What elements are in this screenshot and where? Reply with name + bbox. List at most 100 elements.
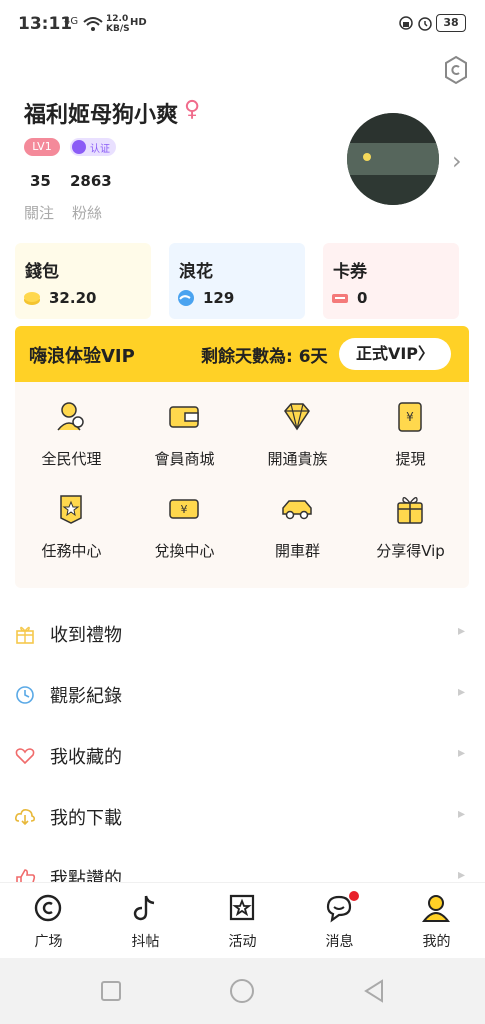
wave-icon [178, 290, 194, 306]
menu-item-history[interactable]: 觀影紀錄 ▸ [0, 668, 485, 728]
play-icon [72, 140, 86, 154]
menu-label: 觀影紀錄 [50, 686, 122, 707]
grid-label: 會員商城 [154, 450, 215, 468]
tab-me[interactable]: 我的 [388, 883, 485, 959]
wallet-card[interactable]: 錢包 32.20 [15, 243, 151, 319]
grid-item-withdraw[interactable]: ¥ 提現 [354, 400, 467, 480]
grid-item-car-group[interactable]: 開車群 [241, 492, 354, 572]
wallet-value: 32.20 [49, 289, 97, 307]
feature-grid: 全民代理 會員商城 開通貴族 ¥ 提現 任務中心 ¥ 兌換中心 開車群 分享得V… [15, 382, 469, 588]
battery-indicator: 38 [436, 14, 466, 32]
alarm-icon [418, 17, 432, 31]
wave-card[interactable]: 浪花 129 [169, 243, 305, 319]
gear-icon[interactable] [440, 54, 472, 86]
grid-item-noble[interactable]: 開通貴族 [241, 400, 354, 480]
heart-icon [15, 748, 35, 765]
formal-vip-label: 正式VIP [355, 344, 419, 363]
certification-badge: 认证 [70, 138, 116, 156]
agent-icon [57, 402, 84, 431]
tab-activity[interactable]: 活动 [194, 883, 291, 959]
chevron-right-icon: ▸ [458, 806, 466, 822]
menu-item-downloads[interactable]: 我的下載 ▸ [0, 790, 485, 850]
following-count[interactable]: 35 [30, 172, 51, 190]
tab-tiktok[interactable]: 抖帖 [97, 883, 194, 959]
female-icon: ♀ [184, 97, 201, 122]
cert-label: 认证 [90, 144, 110, 155]
menu-label: 收到禮物 [50, 625, 122, 646]
vip-days: 剩餘天數為: 6天 [201, 347, 328, 367]
tab-label: 抖帖 [131, 934, 160, 950]
menu-item-gifts[interactable]: 收到禮物 ▸ [0, 607, 485, 667]
grid-item-agent[interactable]: 全民代理 [15, 400, 128, 480]
task-icon [60, 495, 82, 524]
ticket-value: 0 [357, 289, 368, 307]
grid-label: 兌換中心 [154, 542, 215, 560]
back-button[interactable] [362, 978, 386, 1004]
tab-label: 消息 [325, 934, 354, 950]
formal-vip-button[interactable]: 正式VIP〉 [339, 338, 451, 370]
grid-label: 全民代理 [41, 450, 102, 468]
grid-label: 開通貴族 [267, 450, 328, 468]
wifi-icon [83, 17, 103, 31]
grid-item-share[interactable]: 分享得Vip [354, 492, 467, 572]
chevron-right-icon: ▸ [458, 745, 466, 761]
menu-label: 我的下載 [50, 808, 122, 829]
grid-label: 提現 [395, 450, 426, 468]
chevron-right-icon: ▸ [458, 867, 466, 883]
wave-title: 浪花 [179, 262, 213, 282]
square-icon [34, 894, 62, 922]
grid-item-exchange[interactable]: ¥ 兌換中心 [128, 492, 241, 572]
svg-text:¥: ¥ [406, 410, 414, 424]
ticket-title: 卡券 [333, 262, 367, 282]
ticket-card[interactable]: 卡券 0 [323, 243, 459, 319]
diamond-icon [284, 403, 310, 431]
network-speed: 12.0 KB/S [106, 14, 130, 34]
network-indicator: 4G [64, 16, 79, 27]
gift-icon [16, 626, 34, 644]
grid-label: 任務中心 [41, 542, 102, 560]
ticket-icon [332, 294, 348, 303]
withdraw-icon: ¥ [398, 402, 422, 432]
wallet-store-icon [169, 406, 199, 428]
clock-icon [16, 686, 34, 704]
star-icon [229, 894, 255, 921]
fans-count[interactable]: 2863 [70, 172, 112, 190]
menu-item-favorites[interactable]: 我收藏的 ▸ [0, 729, 485, 789]
fans-label[interactable]: 粉絲 [72, 202, 102, 223]
grid-label: 開車群 [274, 542, 320, 560]
username: 福利姬母狗小爽 [24, 103, 179, 128]
tab-messages[interactable]: 消息 [291, 883, 388, 959]
vip-title: 嗨浪体验VIP [29, 346, 135, 367]
tab-label: 我的 [422, 934, 451, 950]
exchange-icon: ¥ [169, 499, 199, 519]
menu-label: 我收藏的 [50, 747, 122, 768]
tab-square[interactable]: 广场 [0, 883, 97, 959]
chevron-right-icon[interactable]: › [452, 147, 462, 175]
tab-label: 广场 [34, 934, 63, 950]
status-bar: 13:11 4G 12.0 KB/S HD 38 [0, 0, 485, 48]
download-icon [15, 809, 36, 826]
avatar-image [347, 113, 439, 205]
vip-banner[interactable]: 嗨浪体验VIP 剩餘天數為: 6天 正式VIP〉 [15, 326, 469, 382]
gift-icon [397, 496, 423, 524]
tab-label: 活动 [228, 934, 257, 950]
grid-label: 分享得Vip [376, 542, 445, 560]
hd-indicator: HD [130, 17, 147, 28]
coin-icon [24, 292, 40, 305]
level-badge: LV1 [24, 138, 60, 156]
following-label[interactable]: 關注 [24, 202, 54, 223]
lock-rotation-icon [399, 16, 413, 30]
home-button[interactable] [229, 978, 255, 1004]
recent-apps-button[interactable] [100, 980, 122, 1002]
wallet-title: 錢包 [25, 262, 59, 282]
grid-item-task[interactable]: 任務中心 [15, 492, 128, 572]
user-icon [421, 895, 451, 922]
chevron-right-icon: ▸ [458, 684, 466, 700]
bottom-tab-bar: 广场 抖帖 活动 消息 我的 [0, 882, 485, 959]
chevron-right-icon: ▸ [458, 623, 466, 639]
car-icon [282, 500, 312, 520]
svg-text:¥: ¥ [181, 503, 188, 516]
tiktok-icon [133, 895, 155, 921]
avatar[interactable] [347, 113, 439, 205]
grid-item-store[interactable]: 會員商城 [128, 400, 241, 480]
